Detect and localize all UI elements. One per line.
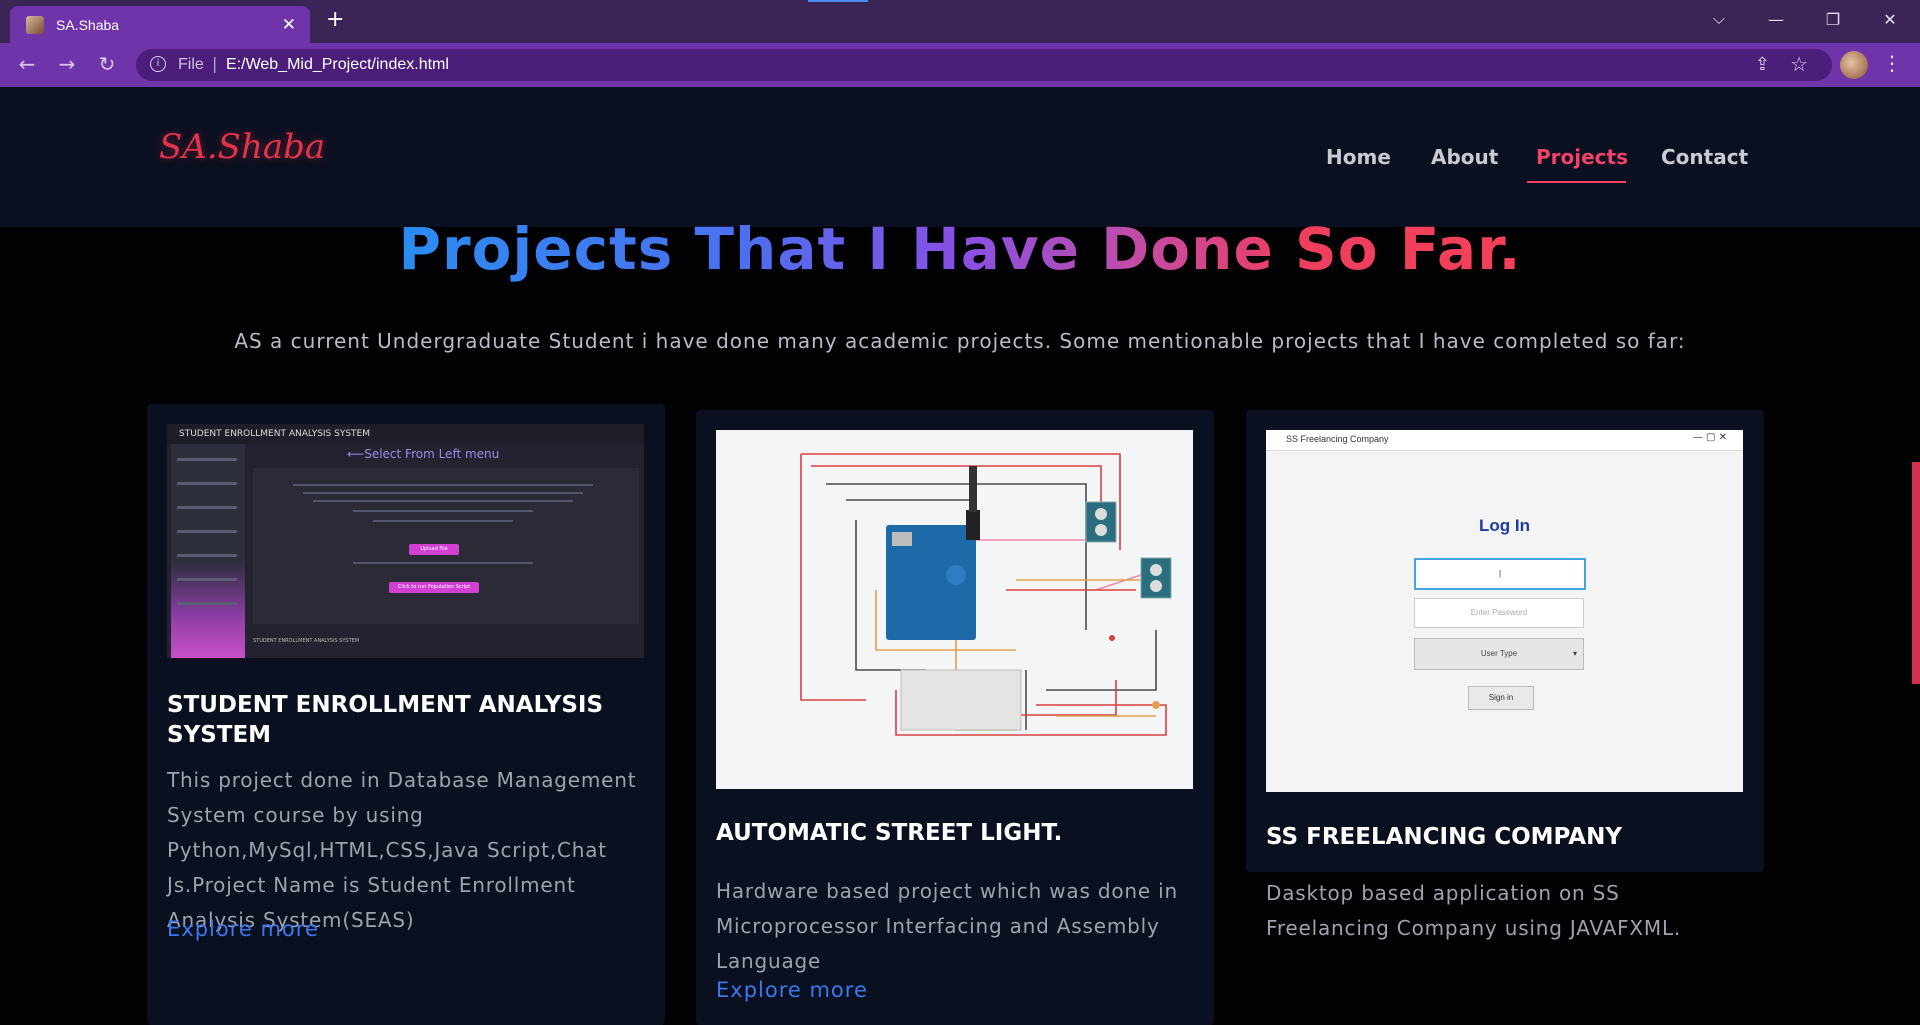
close-window-button[interactable]: ✕ [1862, 0, 1918, 38]
tabstrip-highlight [808, 0, 868, 2]
url-text[interactable]: E:/Web_Mid_Project/index.html [226, 56, 449, 74]
project-image-seas: STUDENT ENROLLMENT ANALYSIS SYSTEM ⟵Sele… [167, 424, 644, 658]
browser-menu-icon[interactable]: ⋮ [1882, 51, 1902, 75]
login-user-type: User Type ▾ [1414, 638, 1584, 670]
tab-close-icon[interactable]: ✕ [282, 15, 296, 35]
project-title: STUDENT ENROLLMENT ANALYSIS SYSTEM [167, 692, 604, 748]
back-icon[interactable]: ← [14, 52, 40, 76]
explore-more-link[interactable]: Explore more [716, 978, 868, 1002]
login-heading: Log In [1479, 516, 1530, 535]
tab-title: SA.Shaba [56, 16, 120, 33]
reload-icon[interactable]: ↻ [94, 52, 120, 76]
forward-icon[interactable]: → [54, 52, 80, 76]
seas-header: STUDENT ENROLLMENT ANALYSIS SYSTEM [179, 429, 371, 439]
tab-search-icon[interactable]: ⌵ [1691, 0, 1747, 38]
profile-avatar[interactable] [1840, 51, 1868, 79]
seas-sidebar [171, 444, 245, 658]
page-content: SA.Shaba Home About Projects Contact Pro… [0, 87, 1920, 1025]
seas-run-button: Click to run Population Script [389, 582, 479, 593]
site-info-icon[interactable]: i [150, 56, 166, 72]
nav-home[interactable]: Home [1326, 145, 1391, 169]
project-title: SS FREELANCING COMPANY [1266, 824, 1622, 850]
project-title: AUTOMATIC STREET LIGHT. [716, 820, 1063, 846]
login-window-title: SS Freelancing Company [1286, 434, 1389, 444]
browser-toolbar: ← → ↻ i File | E:/Web_Mid_Project/index.… [0, 43, 1920, 87]
site-header: SA.Shaba Home About Projects Contact [0, 87, 1920, 227]
new-tab-button[interactable]: + [326, 7, 344, 32]
login-password-field: Enter Password [1414, 598, 1584, 628]
project-description: Hardware based project which was done in… [716, 879, 1178, 973]
tab-favicon [26, 15, 44, 34]
explore-more-link[interactable]: Explore more [167, 917, 319, 941]
minimize-button[interactable]: — [1748, 0, 1804, 38]
scrollbar-thumb[interactable] [1912, 462, 1920, 684]
seas-upload-button: Upload File [409, 544, 459, 555]
login-sign-in: Sign in [1468, 686, 1534, 710]
nav-projects[interactable]: Projects [1536, 145, 1628, 169]
maximize-button[interactable]: ❐ [1805, 0, 1861, 38]
nav-contact[interactable]: Contact [1661, 145, 1748, 169]
url-separator: | [212, 54, 218, 73]
site-logo[interactable]: SA.Shaba [159, 127, 325, 167]
project-description: This project done in Database Management… [167, 768, 637, 932]
seas-menu-hint: ⟵Select From Left menu [347, 447, 500, 461]
section-title-text: Projects That I Have Done So Far. [398, 215, 1522, 283]
nav-about[interactable]: About [1431, 145, 1498, 169]
seas-main-pane: Upload File Click to run Population Scri… [253, 468, 639, 624]
share-icon[interactable]: ⇪ [1755, 54, 1770, 75]
bookmark-star-icon[interactable]: ☆ [1790, 52, 1808, 76]
section-title: Projects That I Have Done So Far. [0, 215, 1920, 283]
project-image-street-light [716, 430, 1193, 789]
seas-footer: STUDENT ENROLLMENT ANALYSIS SYSTEM [253, 638, 360, 644]
project-card-freelancing: SS Freelancing Company — ▢ ✕ Log In | En… [1246, 410, 1764, 940]
project-card-street-light: AUTOMATIC STREET LIGHT. Hardware based p… [696, 410, 1214, 1025]
circuit-diagram-image [716, 430, 1193, 789]
login-username-field: | [1414, 558, 1586, 590]
project-description: Dasktop based application on SS Freelanc… [1266, 881, 1682, 940]
nav-active-underline [1527, 181, 1626, 183]
address-bar[interactable]: i File | E:/Web_Mid_Project/index.html ⇪… [136, 49, 1832, 81]
browser-tabstrip: SA.Shaba ✕ + ⌵ — ❐ ✕ [0, 0, 1920, 43]
project-card-seas: STUDENT ENROLLMENT ANALYSIS SYSTEM ⟵Sele… [147, 404, 665, 1025]
section-subtitle: AS a current Undergraduate Student i hav… [234, 329, 1686, 353]
project-image-freelancing: SS Freelancing Company — ▢ ✕ Log In | En… [1266, 430, 1743, 792]
url-scheme: File [178, 56, 204, 73]
browser-tab[interactable]: SA.Shaba ✕ [10, 6, 310, 43]
